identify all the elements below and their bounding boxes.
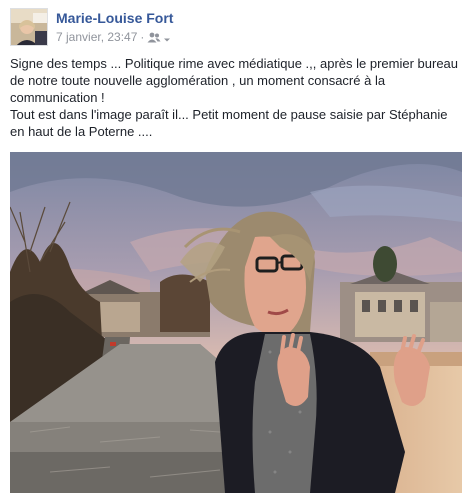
post-text-line: Signe des temps ... Politique rime avec …: [10, 56, 459, 71]
post-header: Marie-Louise Fort 7 janvier, 23:47 ·: [10, 8, 450, 48]
post-text-line: communication !: [10, 90, 105, 105]
author-avatar[interactable]: [10, 8, 48, 46]
friends-icon: [147, 32, 161, 43]
post-photo[interactable]: [10, 152, 462, 493]
post-timestamp-link[interactable]: 7 janvier, 23:47: [56, 30, 137, 44]
meta-separator: ·: [140, 30, 145, 44]
post-text-line: de notre toute nouvelle agglomération , …: [10, 73, 386, 88]
author-name-link[interactable]: Marie-Louise Fort: [56, 10, 173, 26]
post-text-line: en haut de la Poterne ....: [10, 124, 153, 139]
post-meta: 7 janvier, 23:47 ·: [56, 30, 171, 44]
post-text-line: Tout est dans l'image paraît il... Petit…: [10, 107, 448, 122]
photo-scene: [10, 152, 462, 493]
facebook-post: Marie-Louise Fort 7 janvier, 23:47 · Sig…: [0, 0, 467, 500]
audience-selector[interactable]: [147, 32, 171, 43]
chevron-down-icon: [163, 33, 171, 42]
post-text: Signe des temps ... Politique rime avec …: [10, 55, 458, 140]
